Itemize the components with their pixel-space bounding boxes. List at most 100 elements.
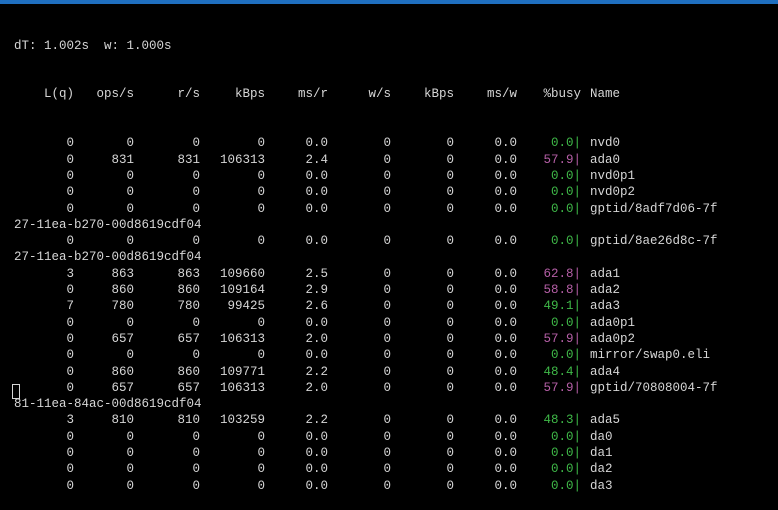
device-row: 0 0 0 0 0.0 0 0 0.0 0.0| gptid/8ae26d8c-7f <box>14 233 718 249</box>
cell-lq: 0 <box>66 478 74 493</box>
cell-ops: 831 <box>111 152 134 167</box>
cell-kbps-read: 0 <box>257 315 265 330</box>
cell-ms-read: 0.0 <box>305 185 328 200</box>
cell-ms-write: 0.0 <box>494 283 517 298</box>
device-row: 0 657 657 106313 2.0 0 0 0.0 57.9| ada0p2 <box>14 331 718 347</box>
cell-ms-write: 0.0 <box>494 234 517 249</box>
cell-ms-write: 0.0 <box>494 348 517 363</box>
cell-lq: 0 <box>66 380 74 395</box>
cell-kbps-write: 0 <box>446 364 454 379</box>
header-kbps-read: kBps <box>234 87 265 102</box>
cell-ops: 0 <box>126 429 134 444</box>
cell-busy: 0.0| <box>550 168 581 183</box>
cell-device-name: ada1 <box>590 266 621 281</box>
cell-ws: 0 <box>383 380 391 395</box>
cell-device-name: ada0p1 <box>590 315 636 330</box>
cell-device-name: gptid/8ae26d8c-7f <box>590 234 718 249</box>
cell-kbps-write: 0 <box>446 152 454 167</box>
cell-kbps-read: 106313 <box>219 331 265 346</box>
cell-ops: 863 <box>111 266 134 281</box>
device-row: 0 0 0 0 0.0 0 0 0.0 0.0| da0 <box>14 429 718 445</box>
cell-device-name: ada4 <box>590 364 621 379</box>
cell-ops: 0 <box>126 185 134 200</box>
cell-kbps-write: 0 <box>446 413 454 428</box>
device-row: 0 0 0 0 0.0 0 0 0.0 0.0| da2 <box>14 461 718 477</box>
cell-ms-read: 2.5 <box>305 266 328 281</box>
cell-kbps-read: 0 <box>257 462 265 477</box>
cell-ms-write: 0.0 <box>494 266 517 281</box>
cell-ws: 0 <box>383 429 391 444</box>
header-ms-write: ms/w <box>486 87 517 102</box>
cell-lq: 0 <box>66 429 74 444</box>
column-header: L(q) ops/s r/s kBps ms/r w/s kBps ms/w %busy Name <box>14 86 718 102</box>
cell-lq: 0 <box>66 462 74 477</box>
cell-device-name: gptid/8adf7d06-7f <box>590 201 718 216</box>
cell-ms-read: 0.0 <box>305 168 328 183</box>
cell-ms-read: 2.2 <box>305 364 328 379</box>
cell-busy: 58.8| <box>543 283 581 298</box>
cell-ws: 0 <box>383 152 391 167</box>
cell-ms-write: 0.0 <box>494 413 517 428</box>
cell-busy: 49.1| <box>543 299 581 314</box>
cell-kbps-read: 0 <box>257 136 265 151</box>
cell-busy: 0.0| <box>550 462 581 477</box>
cell-ops: 0 <box>126 201 134 216</box>
cell-lq: 3 <box>66 413 74 428</box>
cell-device-name: mirror/swap0.eli <box>590 348 711 363</box>
cell-kbps-write: 0 <box>446 283 454 298</box>
cell-ws: 0 <box>383 283 391 298</box>
cell-ws: 0 <box>383 478 391 493</box>
cell-kbps-write: 0 <box>446 185 454 200</box>
cell-ms-read: 2.9 <box>305 283 328 298</box>
cell-ms-write: 0.0 <box>494 478 517 493</box>
cell-ms-write: 0.0 <box>494 462 517 477</box>
cell-ms-read: 2.2 <box>305 413 328 428</box>
header-rs: r/s <box>177 87 200 102</box>
cell-ms-read: 2.6 <box>305 299 328 314</box>
cell-device-name: gptid/70808004-7f <box>590 380 718 395</box>
header-ops: ops/s <box>96 87 134 102</box>
cell-device-name: da1 <box>590 446 613 461</box>
cell-device-name: ada3 <box>590 299 621 314</box>
cell-device-name: ada5 <box>590 413 621 428</box>
cell-busy: 62.8| <box>543 266 581 281</box>
cell-device-name: nvd0 <box>590 136 621 151</box>
cell-kbps-write: 0 <box>446 462 454 477</box>
cell-kbps-read: 0 <box>257 168 265 183</box>
device-row: 0 0 0 0 0.0 0 0 0.0 0.0| gptid/8adf7d06-7f <box>14 201 718 217</box>
cell-ms-write: 0.0 <box>494 429 517 444</box>
cell-rs: 0 <box>192 315 200 330</box>
cell-kbps-read: 109660 <box>219 266 265 281</box>
cell-busy: 0.0| <box>550 429 581 444</box>
device-row: 0 0 0 0 0.0 0 0 0.0 0.0| mirror/swap0.eli <box>14 347 718 363</box>
cell-ms-read: 0.0 <box>305 234 328 249</box>
cell-kbps-read: 106313 <box>219 380 265 395</box>
cell-device-name: nvd0p1 <box>590 168 636 183</box>
terminal-output[interactable]: dT: 1.002s w: 1.000s L(q) ops/s r/s kBps ms/… <box>14 5 718 510</box>
cell-ops: 657 <box>111 380 134 395</box>
cell-kbps-read: 0 <box>257 446 265 461</box>
cell-ws: 0 <box>383 348 391 363</box>
cell-ops: 0 <box>126 478 134 493</box>
window-title-bar-edge <box>0 0 778 4</box>
header-kbps-write: kBps <box>423 87 454 102</box>
device-row: 7 780 780 99425 2.6 0 0 0.0 49.1| ada3 <box>14 298 718 314</box>
cell-lq: 0 <box>66 446 74 461</box>
cell-ws: 0 <box>383 234 391 249</box>
cell-busy: 0.0| <box>550 201 581 216</box>
cell-kbps-write: 0 <box>446 234 454 249</box>
cell-ms-read: 0.0 <box>305 446 328 461</box>
cell-ms-read: 2.0 <box>305 380 328 395</box>
cell-ms-write: 0.0 <box>494 185 517 200</box>
cell-kbps-write: 0 <box>446 299 454 314</box>
cell-rs: 657 <box>177 331 200 346</box>
cell-kbps-write: 0 <box>446 478 454 493</box>
device-row: 0 0 0 0 0.0 0 0 0.0 0.0| da1 <box>14 445 718 461</box>
cell-kbps-write: 0 <box>446 136 454 151</box>
cell-ms-read: 2.0 <box>305 331 328 346</box>
cell-rs: 0 <box>192 201 200 216</box>
cell-ms-write: 0.0 <box>494 152 517 167</box>
cell-kbps-read: 0 <box>257 234 265 249</box>
cell-kbps-write: 0 <box>446 266 454 281</box>
cell-ops: 0 <box>126 234 134 249</box>
